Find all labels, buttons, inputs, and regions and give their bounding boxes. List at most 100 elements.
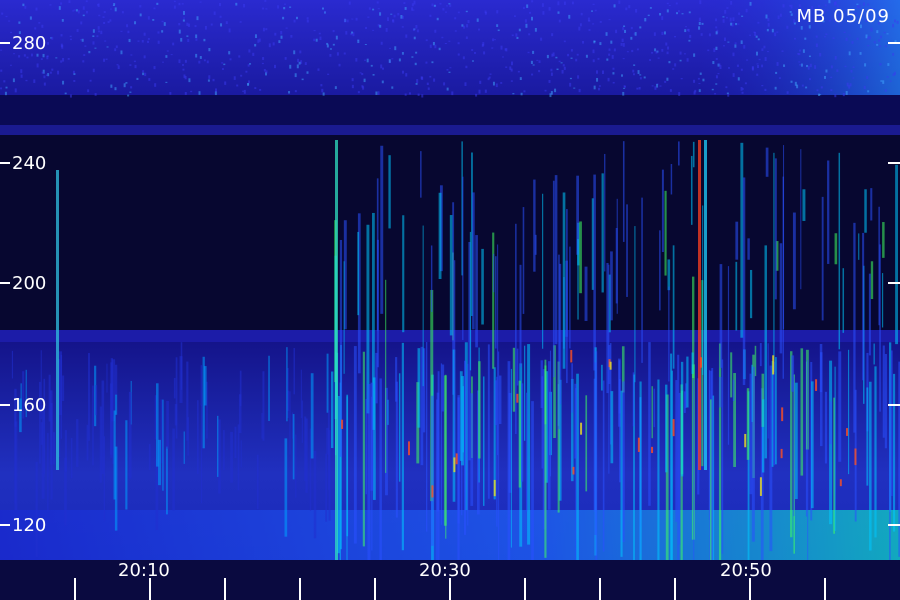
spectral-streak [672,245,675,369]
spectral-streak [186,35,189,37]
spectral-streak [570,49,573,52]
spectral-streak [620,390,623,557]
spectral-streak [240,74,243,77]
spectral-streak [530,60,533,65]
spectral-streak [562,64,565,67]
spectral-streak [515,33,518,37]
spectral-streak [385,279,387,473]
spectral-streak [766,51,769,53]
spectral-streak [415,24,418,29]
spectral-streak [313,450,317,539]
spectral-streak [563,66,566,70]
spectral-streak [86,424,89,461]
spectral-streak [677,10,680,13]
spectral-streak [106,46,109,48]
spectral-streak [372,74,375,76]
spectral-streak [562,192,566,369]
spectral-streak [790,13,793,16]
spectral-streak [79,39,82,41]
spectral-streak [284,3,287,5]
spectral-streak [72,70,75,74]
spectral-streak [136,77,139,80]
spectral-streak [98,14,101,17]
spectral-streak [691,352,694,374]
spectral-streak [892,23,895,28]
spectral-streak [767,343,769,439]
spectral-streak [494,380,497,426]
spectral-streak [651,85,654,87]
spectral-streak [14,421,18,511]
spectral-streak [274,32,277,36]
spectral-streak [890,350,893,497]
spectral-streak [294,73,297,78]
spectral-streak [318,32,321,35]
spectral-streak [862,232,865,381]
spectral-streak [465,10,468,13]
spectral-streak [184,59,187,63]
spectral-streak [265,70,268,74]
spectral-streak [166,446,168,515]
spectral-streak [845,37,848,41]
spectral-streak [405,34,408,38]
spectral-streak [390,13,393,15]
spectral-streak [362,351,365,547]
spectral-streak [599,42,602,46]
spectral-streak [727,41,730,43]
spectral-streak [200,365,203,406]
spectral-streak [548,6,551,11]
spectral-streak [697,77,700,80]
spectral-streak [42,53,45,58]
spectral-streak [233,76,236,80]
spectral-streak [363,78,366,83]
spectral-streak [448,3,451,5]
spectral-streak [109,19,112,22]
spectral-streak [351,78,354,82]
spectral-streak [764,245,767,459]
spectral-streak [639,26,642,29]
spectral-streak [870,261,874,300]
spectral-streak [341,419,344,429]
spectral-streak [68,0,71,4]
spectral-streak [457,42,460,45]
spectral-streak [187,38,190,42]
spectral-streak [711,368,714,560]
spectral-streak [1,12,4,15]
spectral-streak [142,70,145,73]
spectral-streak [628,5,631,9]
spectral-streak [845,90,848,95]
spectral-streak [489,73,492,75]
spectral-streak [684,29,687,33]
spectral-streak [429,75,432,78]
spectral-streak [644,17,647,22]
spectral-streak [60,34,63,37]
spectral-streak [126,24,129,28]
spectral-streak [876,30,879,34]
spectral-streak [402,215,405,333]
spectral-streak [492,81,495,86]
spectral-streak [884,45,887,48]
spectral-streak [549,350,552,477]
spectral-streak [238,55,241,58]
spectral-streak [819,344,823,393]
spectral-streak [305,418,308,493]
spectral-streak [60,2,63,5]
spectral-streak [790,80,793,83]
spectral-streak [129,91,132,93]
spectral-streak [157,40,160,44]
spectral-streak [82,60,85,63]
spectral-streak [690,155,693,225]
spectral-streak [180,342,183,390]
spectral-streak [647,14,650,17]
spectral-streak [411,56,414,58]
spectral-streak [791,355,795,392]
spectral-streak [92,35,95,38]
spectral-streak [704,140,707,470]
spectral-streak [43,82,46,86]
spectral-streak [591,10,594,12]
spectral-streak [549,93,552,98]
spectral-streak [391,86,394,89]
spectral-streak [394,46,397,51]
spectral-streak [142,72,145,76]
spectral-streak [571,363,573,413]
spectral-streak [204,366,207,406]
